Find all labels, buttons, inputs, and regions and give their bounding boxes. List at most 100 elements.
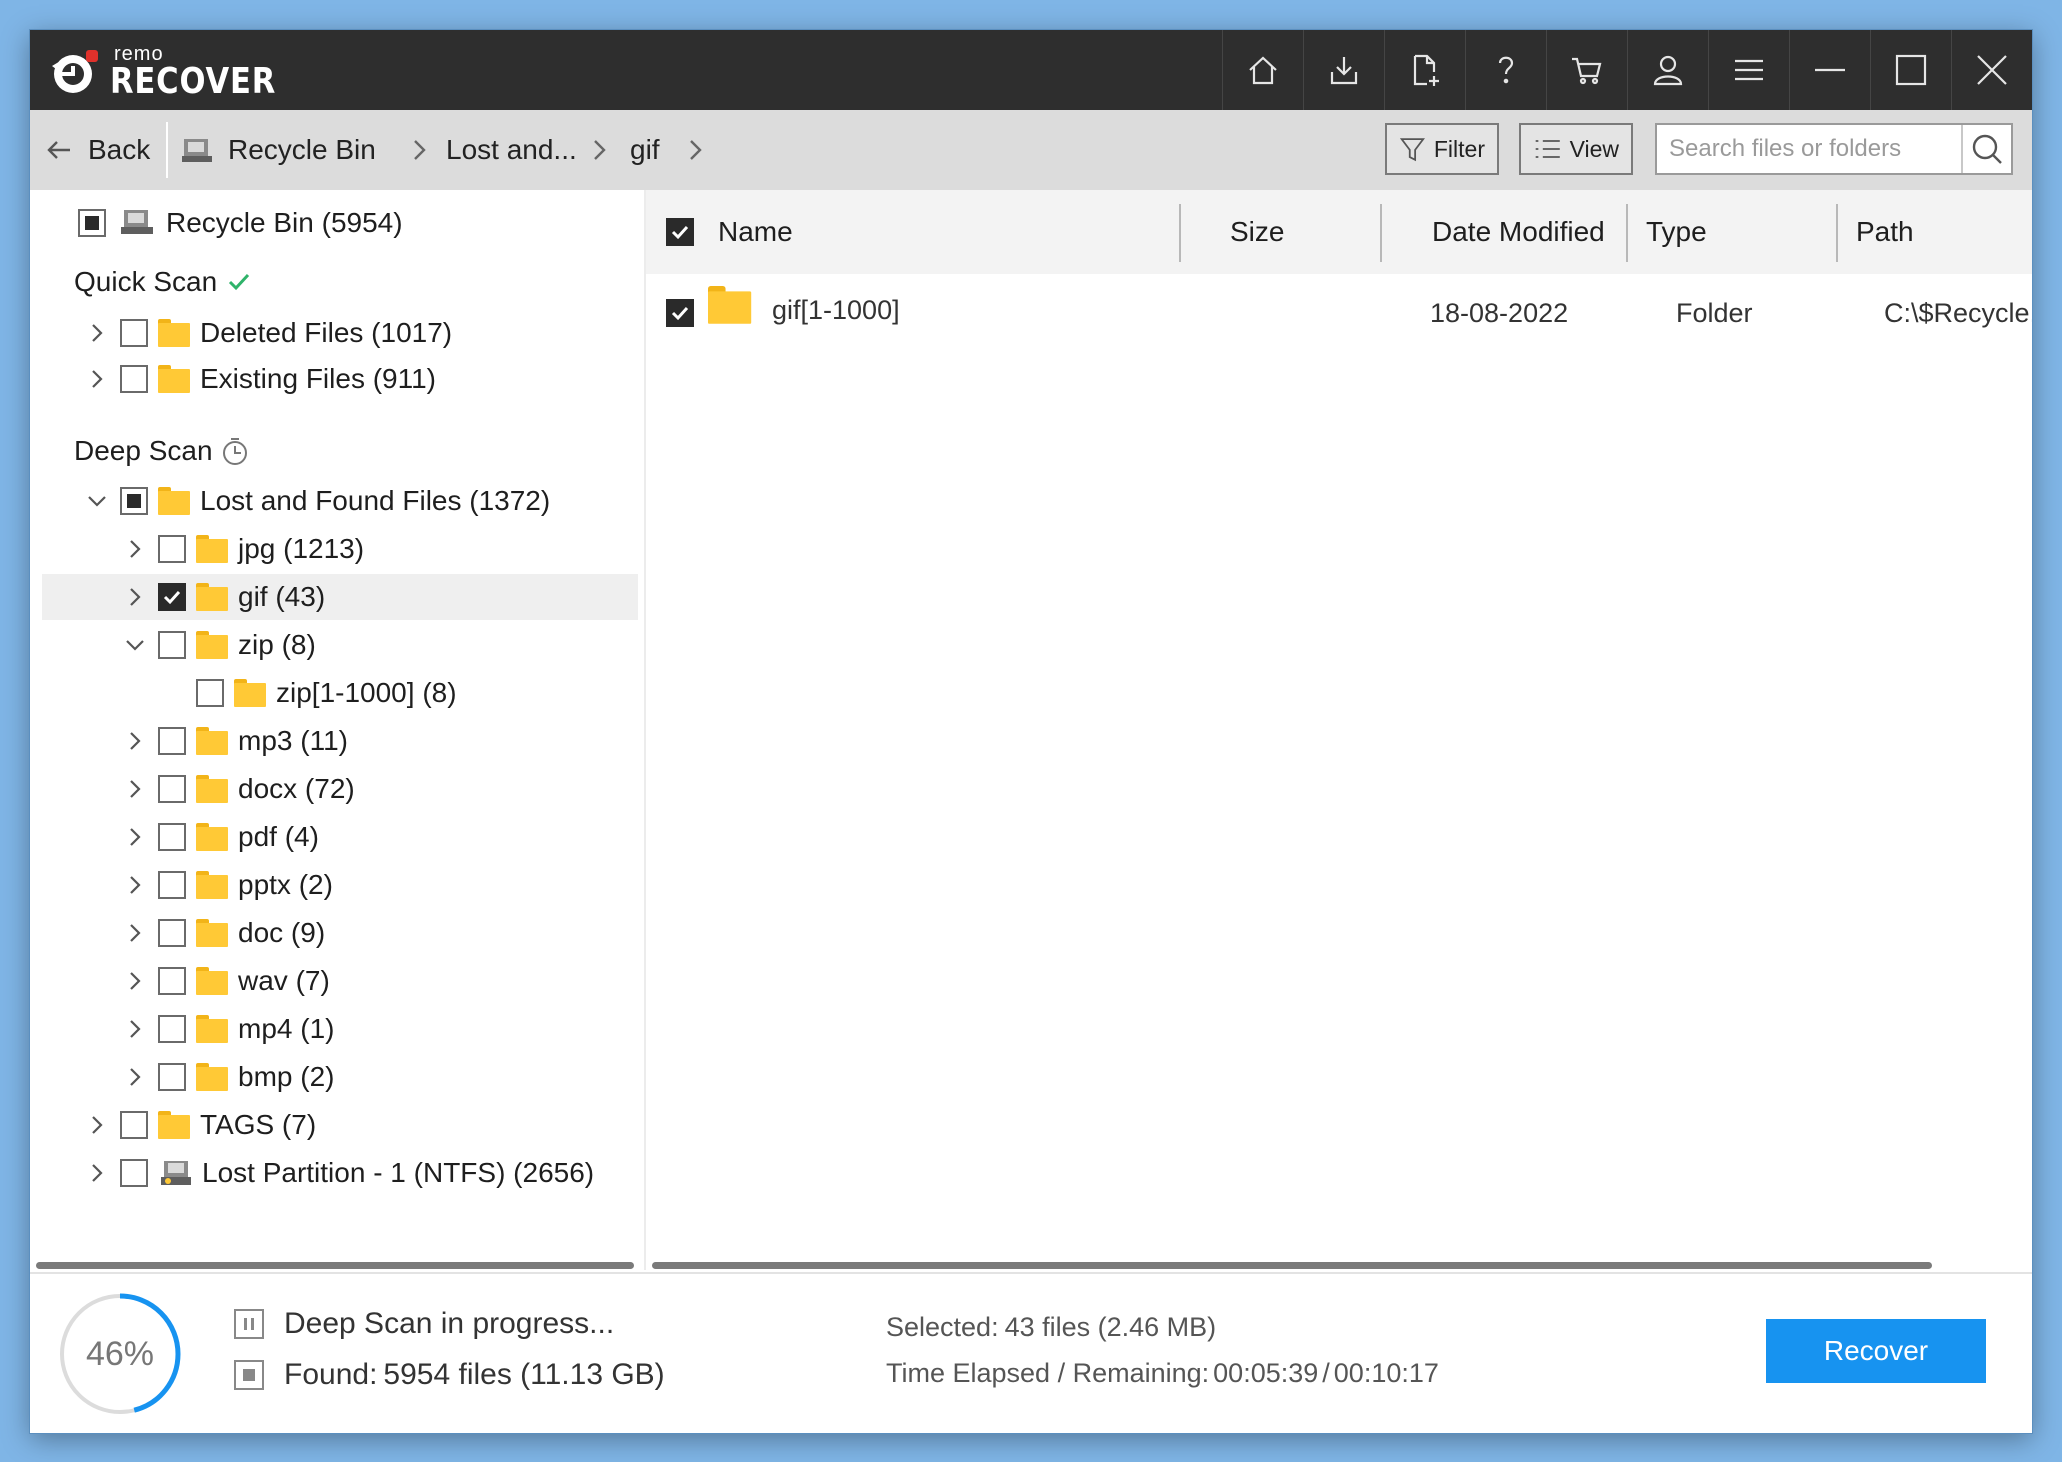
chevron-right-icon[interactable] — [124, 922, 146, 944]
breadcrumb-label: Lost and... — [446, 134, 577, 165]
breadcrumb-recycle-bin[interactable]: Recycle Bin — [180, 110, 376, 190]
tree-checkbox[interactable] — [158, 823, 186, 851]
tree-horizontal-scrollbar[interactable] — [36, 1262, 634, 1269]
tree-item-tags[interactable]: TAGS (7) — [86, 1102, 316, 1148]
tree-checkbox[interactable] — [120, 319, 148, 347]
tree-checkbox[interactable] — [158, 1015, 186, 1043]
tree-root-recycle-bin[interactable]: Recycle Bin (5954) — [78, 200, 403, 246]
column-divider[interactable] — [1179, 204, 1181, 262]
tree-checkbox[interactable] — [120, 1111, 148, 1139]
chevron-right-icon[interactable] — [86, 1114, 108, 1136]
tree-item-existing-files[interactable]: Existing Files (911) — [86, 356, 436, 402]
search-input[interactable] — [1657, 134, 1961, 164]
column-divider[interactable] — [1836, 204, 1838, 262]
chevron-right-icon[interactable] — [124, 874, 146, 896]
tree-item-doc[interactable]: doc (9) — [124, 910, 325, 956]
table-header: Name Size Date Modified Type Path — [646, 190, 2032, 274]
breadcrumb-lost-and-found[interactable]: Lost and... — [446, 110, 577, 190]
row-checkbox[interactable] — [666, 299, 694, 327]
found-value: 5954 files (11.13 GB) — [383, 1358, 665, 1391]
pause-button[interactable] — [234, 1309, 264, 1339]
chevron-right-icon[interactable] — [124, 778, 146, 800]
chevron-right-icon[interactable] — [124, 730, 146, 752]
tree-checkbox[interactable] — [120, 487, 148, 515]
chevron-down-icon[interactable] — [86, 490, 108, 512]
chevron-right-icon[interactable] — [124, 970, 146, 992]
recover-button[interactable]: Recover — [1766, 1319, 1986, 1383]
tree-item-mp4[interactable]: mp4 (1) — [124, 1006, 334, 1052]
close-button[interactable] — [1951, 30, 2032, 110]
folder-icon — [196, 631, 228, 659]
tree-checkbox[interactable] — [158, 871, 186, 899]
tree-checkbox[interactable] — [78, 209, 106, 237]
tree-item-deleted-files[interactable]: Deleted Files (1017) — [86, 310, 452, 356]
column-header-type[interactable]: Type — [1646, 190, 1707, 274]
chevron-right-icon[interactable] — [86, 322, 108, 344]
tree-checkbox[interactable] — [120, 1159, 148, 1187]
chevron-right-icon[interactable] — [124, 586, 146, 608]
column-header-date-modified[interactable]: Date Modified — [1432, 190, 1605, 274]
tree-item-pptx[interactable]: pptx (2) — [124, 862, 333, 908]
tree-checkbox[interactable] — [158, 1063, 186, 1091]
tree-item-zip[interactable]: zip (8) — [124, 622, 316, 668]
tree-checkbox[interactable] — [158, 967, 186, 995]
tree-label: mp4 (1) — [238, 1013, 335, 1044]
table-horizontal-scrollbar[interactable] — [652, 1262, 1932, 1269]
back-button[interactable]: Back — [44, 110, 150, 190]
column-header-size[interactable]: Size — [1230, 190, 1284, 274]
tree-item-bmp[interactable]: bmp (2) — [124, 1054, 334, 1100]
stop-button[interactable] — [234, 1360, 264, 1390]
chevron-right-icon[interactable] — [86, 368, 108, 390]
help-button[interactable] — [1465, 30, 1546, 110]
column-header-path[interactable]: Path — [1856, 190, 1914, 274]
account-button[interactable] — [1627, 30, 1708, 110]
select-all-column[interactable] — [666, 190, 694, 274]
tree-checkbox[interactable] — [158, 727, 186, 755]
select-all-checkbox[interactable] — [666, 218, 694, 246]
selected-label: Selected: — [886, 1312, 999, 1342]
search-button[interactable] — [1961, 125, 2011, 173]
maximize-button[interactable] — [1870, 30, 1951, 110]
column-divider[interactable] — [1380, 204, 1382, 262]
tree-item-gif[interactable]: gif (43) — [42, 574, 638, 620]
folder-icon — [196, 967, 228, 995]
tree-item-lost-and-found[interactable]: Lost and Found Files (1372) — [86, 478, 550, 524]
filter-button[interactable]: Filter — [1385, 123, 1499, 175]
tree-checkbox[interactable] — [158, 583, 186, 611]
tree-checkbox[interactable] — [158, 919, 186, 947]
tree-checkbox[interactable] — [158, 775, 186, 803]
save-session-button[interactable] — [1303, 30, 1384, 110]
column-header-name[interactable]: Name — [718, 190, 793, 274]
view-button[interactable]: View — [1519, 123, 1633, 175]
tree-item-pdf[interactable]: pdf (4) — [124, 814, 319, 860]
chevron-down-icon[interactable] — [124, 634, 146, 656]
menu-button[interactable] — [1708, 30, 1789, 110]
load-session-button[interactable] — [1384, 30, 1465, 110]
tree-item-mp3[interactable]: mp3 (11) — [124, 718, 348, 764]
tree-item-docx[interactable]: docx (72) — [124, 766, 355, 812]
folder-icon — [196, 775, 228, 803]
chevron-right-icon[interactable] — [124, 1018, 146, 1040]
column-divider[interactable] — [1626, 204, 1628, 262]
chevron-right-icon[interactable] — [124, 826, 146, 848]
home-button[interactable] — [1222, 30, 1303, 110]
tree-item-wav[interactable]: wav (7) — [124, 958, 330, 1004]
tree-checkbox[interactable] — [196, 679, 224, 707]
tree-item-zip-sub[interactable]: zip[1-1000] (8) — [196, 670, 457, 716]
tree-checkbox[interactable] — [158, 535, 186, 563]
folder-icon — [158, 1111, 190, 1139]
cart-button[interactable] — [1546, 30, 1627, 110]
minimize-button[interactable] — [1789, 30, 1870, 110]
folder-icon — [158, 365, 190, 393]
chevron-right-icon[interactable] — [86, 1162, 108, 1184]
checkmark-icon — [163, 590, 181, 605]
tree-item-jpg[interactable]: jpg (1213) — [124, 526, 364, 572]
chevron-right-icon[interactable] — [124, 1066, 146, 1088]
tree-checkbox[interactable] — [120, 365, 148, 393]
tree-checkbox[interactable] — [158, 631, 186, 659]
table-row[interactable]: gif[1-1000] 18-08-2022 Folder C:\$Recycl… — [646, 280, 2032, 346]
tree-item-lost-partition[interactable]: Lost Partition - 1 (NTFS) (2656) — [86, 1150, 594, 1196]
breadcrumb-gif[interactable]: gif — [630, 110, 660, 190]
chevron-right-icon[interactable] — [124, 538, 146, 560]
row-checkbox-cell[interactable] — [666, 280, 694, 346]
